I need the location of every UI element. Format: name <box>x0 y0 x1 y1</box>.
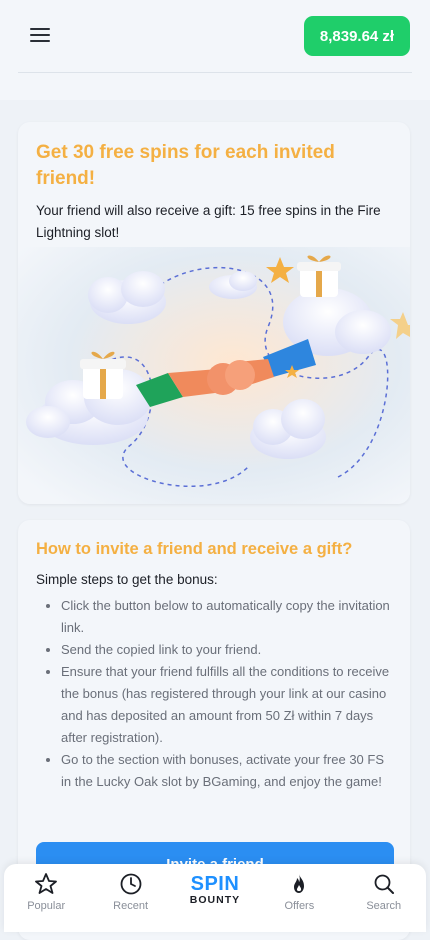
hamburger-menu-icon[interactable] <box>30 26 52 44</box>
spin-bounty-logo: SPIN BOUNTY <box>190 874 240 906</box>
fire-icon <box>294 874 305 893</box>
nav-item-offers[interactable]: Offers <box>264 864 334 924</box>
star-icon <box>35 873 58 894</box>
list-item: Go to the section with bonuses, activate… <box>61 749 392 793</box>
friends-fist-bump-illustration <box>18 247 410 504</box>
logo-top-text: SPIN <box>190 873 240 895</box>
search-icon <box>374 874 394 894</box>
logo-bottom-text: BOUNTY <box>189 894 241 906</box>
nav-label: Recent <box>113 900 148 912</box>
list-item: Ensure that your friend fulfills all the… <box>61 661 392 749</box>
nav-label: Popular <box>27 900 66 912</box>
nav-item-popular[interactable]: Popular <box>11 864 81 924</box>
nav-item-search[interactable]: Search <box>349 864 419 924</box>
howto-title: How to invite a friend and receive a gif… <box>36 540 353 558</box>
balance-button[interactable]: 8,839.64 zł <box>304 16 410 56</box>
nav-item-recent[interactable]: Recent <box>96 864 166 924</box>
header-bar: 8,839.64 zł <box>18 0 412 73</box>
nav-label: Search <box>366 900 402 912</box>
promo-title: Get 30 free spins for each invited frien… <box>36 142 335 189</box>
bottom-navigation: Popular Recent SPIN BOUNTY Offers Search <box>4 864 426 932</box>
promo-card: Get 30 free spins for each invited frien… <box>18 122 410 504</box>
header: 8,839.64 zł <box>0 0 430 100</box>
steps-list: Click the button below to automatically … <box>36 595 392 793</box>
list-item: Send the copied link to your friend. <box>61 639 392 661</box>
nav-label: Offers <box>284 900 315 912</box>
list-item: Click the button below to automatically … <box>61 595 392 639</box>
promo-subtitle: Your friend will also receive a gift: 15… <box>36 203 381 240</box>
steps-heading: Simple steps to get the bonus: <box>36 572 218 587</box>
clock-icon <box>120 873 141 895</box>
nav-item-home-logo[interactable]: SPIN BOUNTY <box>180 864 250 924</box>
